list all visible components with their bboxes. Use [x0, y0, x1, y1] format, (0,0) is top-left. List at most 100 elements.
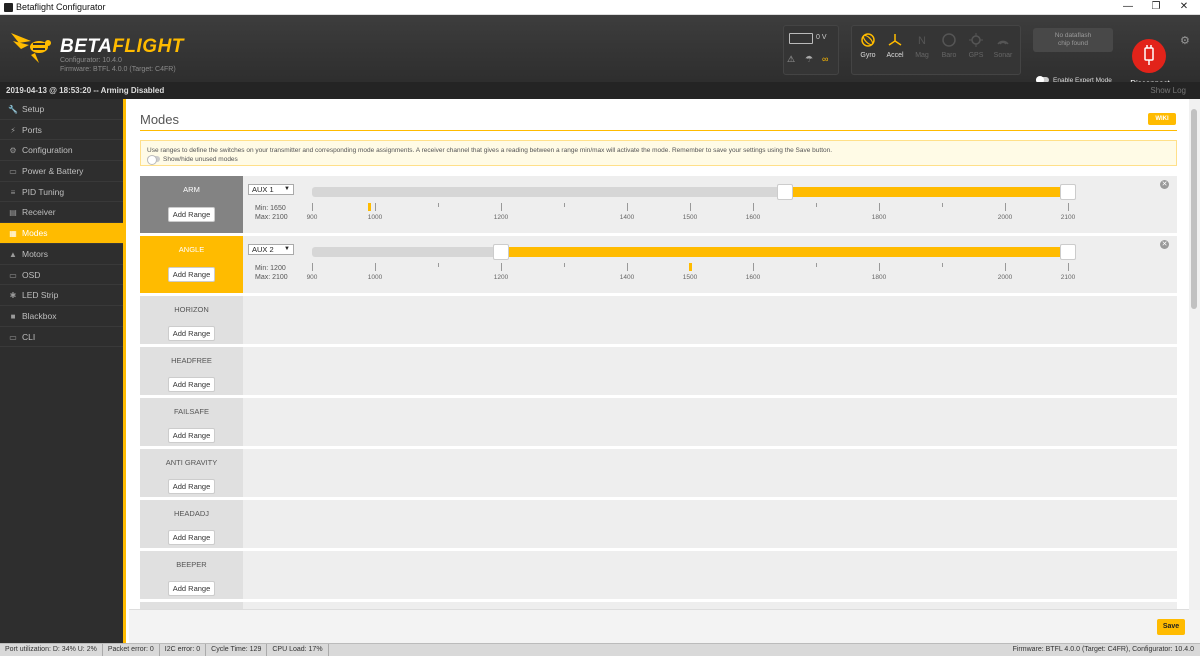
- accel-sensor: Accel: [882, 26, 908, 76]
- scale-minor-tick: [942, 203, 943, 207]
- range-max-handle[interactable]: [1060, 184, 1076, 200]
- sidebar-item-ports[interactable]: ⚡ Ports: [0, 120, 123, 141]
- scale-tick: [627, 203, 628, 211]
- sidebar-item-setup[interactable]: 🔧 Setup: [0, 99, 123, 120]
- sidebar-item-label: Power & Battery: [22, 166, 84, 177]
- sidebar-item-pid-tuning[interactable]: ≡ PID Tuning: [0, 182, 123, 203]
- app-icon: [4, 3, 13, 12]
- sidebar-item-label: PID Tuning: [22, 186, 65, 197]
- link-icon: ∞: [822, 54, 829, 64]
- add-range-button[interactable]: Add Range: [167, 207, 216, 222]
- scale-tick-label: 2100: [1060, 214, 1076, 221]
- sidebar-item-label: Motors: [22, 248, 48, 259]
- sonar-sensor: Sonar: [990, 26, 1016, 76]
- range-min-handle[interactable]: [493, 244, 509, 260]
- battery-icon: ▭: [9, 167, 17, 177]
- settings-gear-icon[interactable]: ⚙: [1180, 34, 1190, 47]
- sidebar-item-label: OSD: [22, 269, 41, 280]
- mode-row-beeper: BEEPER Add Range: [140, 551, 1177, 599]
- sidebar-item-receiver[interactable]: ▤ Receiver: [0, 202, 123, 224]
- scale-minor-tick: [564, 203, 565, 207]
- sidebar-item-motors[interactable]: ▲ Motors: [0, 244, 123, 265]
- restore-button[interactable]: ❐: [1142, 0, 1170, 15]
- range-slider[interactable]: [312, 244, 1076, 260]
- content-scrollbar[interactable]: [1189, 99, 1200, 610]
- range-slider[interactable]: [312, 184, 1076, 200]
- sidebar-item-modes[interactable]: ▦ Modes: [0, 223, 123, 244]
- scale-minor-tick: [438, 203, 439, 207]
- sidebar-item-cli[interactable]: ▭ CLI: [0, 327, 123, 348]
- scale-tick-label: 900: [306, 214, 318, 221]
- sidebar-item-configuration[interactable]: ⚙ Configuration: [0, 140, 123, 162]
- window-title: Betaflight Configurator: [16, 2, 106, 12]
- mode-row-angle: ANGLE Add Range AUX 2 ▼ Min: 1200 Max: 2100 90…: [140, 236, 1177, 293]
- info-note-text: Use ranges to define the switches on you…: [147, 147, 833, 154]
- i2c-error: I2C error: 0: [160, 644, 207, 656]
- range-min-max: Min: 1200 Max: 2100: [255, 265, 288, 281]
- blackbox-icon: ■: [10, 311, 16, 321]
- toggle-switch-icon[interactable]: [147, 155, 160, 166]
- mode-row-anti-gravity: ANTI GRAVITY Add Range: [140, 449, 1177, 497]
- modes-icon: ▦: [9, 229, 17, 239]
- scale-tick-label: 1200: [493, 214, 509, 221]
- sidebar-item-label: Ports: [22, 124, 42, 135]
- sidebar-item-label: Modes: [22, 228, 48, 239]
- scale-minor-tick: [564, 263, 565, 267]
- parachute-icon: ☂: [805, 54, 814, 64]
- mode-name: FAILSAFE: [173, 407, 209, 416]
- show-log-link[interactable]: Show Log: [1150, 82, 1186, 99]
- add-range-button[interactable]: Add Range: [167, 581, 216, 596]
- save-button[interactable]: Save: [1157, 619, 1185, 635]
- disconnect-button[interactable]: [1132, 39, 1166, 73]
- aux-channel-select[interactable]: AUX 2 ▼: [248, 244, 294, 255]
- mode-row-failsafe: FAILSAFE Add Range: [140, 398, 1177, 446]
- battery-voltage: 0 V: [816, 34, 827, 41]
- scale-minor-tick: [438, 263, 439, 267]
- remove-range-icon[interactable]: ✕: [1160, 240, 1169, 249]
- show-hide-unused-toggle[interactable]: Show/hide unused modes: [147, 155, 1170, 166]
- add-range-button[interactable]: Add Range: [167, 479, 216, 494]
- sidebar-item-blackbox[interactable]: ■ Blackbox: [0, 306, 123, 327]
- close-window-button[interactable]: ✕: [1170, 0, 1198, 15]
- arming-status: 2019-04-13 @ 18:53:20 -- Arming Disabled: [6, 86, 165, 95]
- app-logo-text: BETAFLIGHT: [60, 36, 184, 57]
- add-range-button[interactable]: Add Range: [167, 267, 216, 282]
- range-min-max: Min: 1650 Max: 2100: [255, 205, 288, 221]
- mode-name-box: HEADFREE Add Range: [140, 347, 243, 395]
- add-range-button[interactable]: Add Range: [167, 530, 216, 545]
- add-range-button[interactable]: Add Range: [167, 428, 216, 443]
- battery-icon: [789, 33, 813, 44]
- mag-icon: N: [918, 35, 926, 47]
- mode-row-horizon: HORIZON Add Range: [140, 296, 1177, 344]
- scale-tick-label: 1000: [367, 214, 383, 221]
- scrollbar-thumb[interactable]: [1191, 109, 1197, 309]
- content-footer: Save: [129, 609, 1200, 643]
- sidebar-item-osd[interactable]: ▭ OSD: [0, 265, 123, 286]
- sidebar-item-led-strip[interactable]: ✱ LED Strip: [0, 285, 123, 306]
- add-range-button[interactable]: Add Range: [167, 377, 216, 392]
- scale-tick: [1068, 263, 1069, 271]
- add-range-button[interactable]: Add Range: [167, 326, 216, 341]
- scale-tick: [1005, 203, 1006, 211]
- svg-text:N: N: [918, 35, 926, 47]
- remove-range-icon[interactable]: ✕: [1160, 180, 1169, 189]
- range-max-handle[interactable]: [1060, 244, 1076, 260]
- led-icon: ✱: [9, 291, 17, 301]
- range-scale: 900 1000 1200 1400 1500 1600 1800 2000 2100: [307, 203, 1075, 223]
- chevron-down-icon: ▼: [284, 246, 290, 252]
- port-utilization: Port utilization: D: 34% U: 2%: [0, 644, 103, 656]
- mode-row-headadj: HEADADJ Add Range: [140, 500, 1177, 548]
- sidebar-item-label: Blackbox: [22, 310, 57, 321]
- wiki-button[interactable]: WIKI: [1148, 113, 1176, 125]
- minimize-button[interactable]: —: [1114, 0, 1142, 15]
- range-fill: [501, 247, 1068, 257]
- mode-name: BEEPER: [176, 560, 207, 569]
- scale-tick: [753, 203, 754, 211]
- scale-tick: [312, 263, 313, 271]
- mode-name-box: HEADADJ Add Range: [140, 500, 243, 548]
- aux-channel-select[interactable]: AUX 1 ▼: [248, 184, 294, 195]
- range-min-handle[interactable]: [776, 184, 793, 200]
- sidebar-item-power-battery[interactable]: ▭ Power & Battery: [0, 161, 123, 182]
- terminal-icon: ▭: [9, 332, 17, 342]
- scale-tick: [312, 203, 313, 211]
